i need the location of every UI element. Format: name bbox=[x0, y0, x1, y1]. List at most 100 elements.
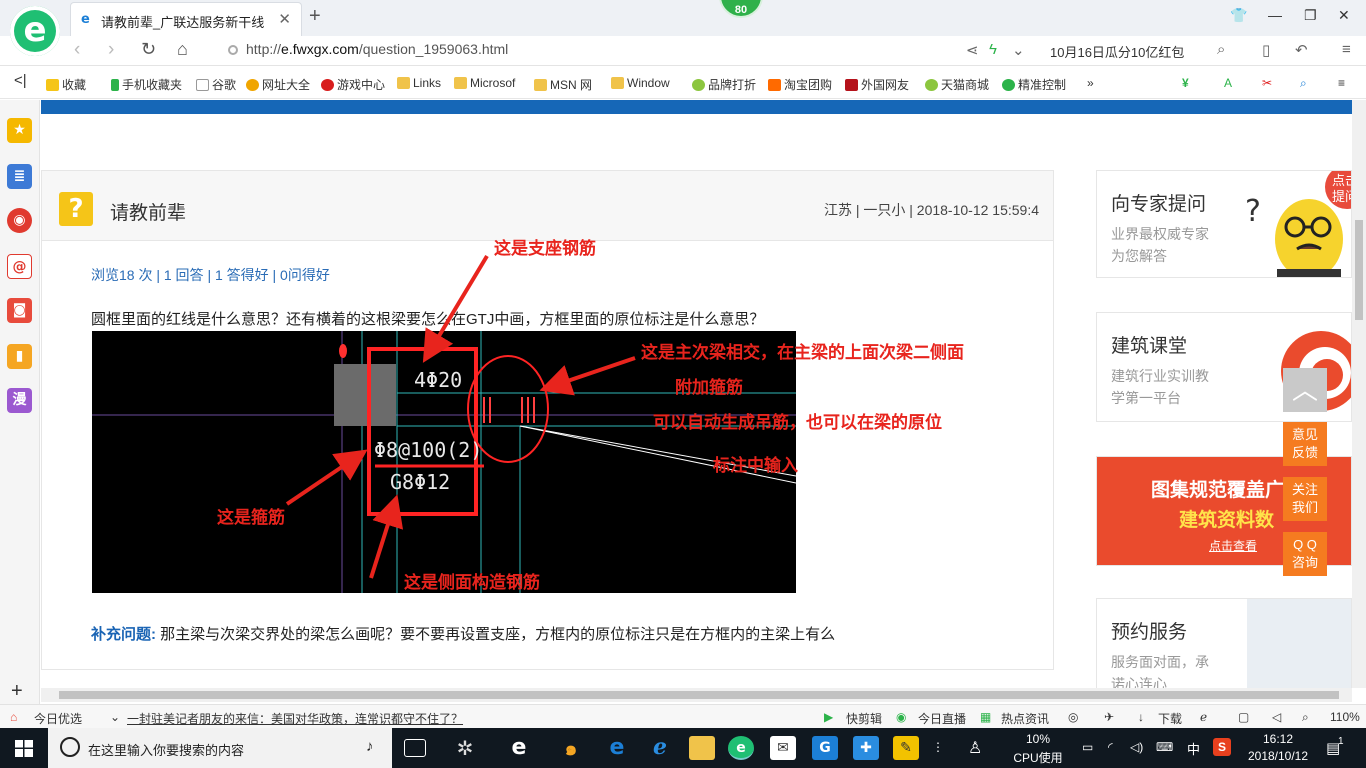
plus-app-icon[interactable]: ✚ bbox=[853, 736, 879, 760]
sogou-icon[interactable]: S bbox=[1213, 738, 1231, 756]
add-sidebar-icon[interactable]: + bbox=[11, 680, 23, 703]
zoom-icon[interactable]: ⌕ bbox=[1302, 710, 1309, 725]
bookmark-games[interactable]: 游戏中心 bbox=[321, 76, 385, 93]
wifi-icon[interactable]: ◜ bbox=[1108, 740, 1113, 754]
follow-us-button[interactable]: 关注 我们 bbox=[1283, 477, 1327, 521]
today-picks[interactable]: 今日优选 bbox=[34, 710, 82, 727]
bookmark-google[interactable]: 谷歌 bbox=[196, 76, 236, 93]
ask-expert-card[interactable]: 向专家提问 业界最权威专家为您解答 ? 点击 提问 bbox=[1096, 170, 1352, 278]
speed-icon[interactable]: ◎ bbox=[1068, 710, 1078, 724]
feedback-button[interactable]: 意见 反馈 bbox=[1283, 422, 1327, 466]
back-to-top-icon[interactable]: ︿ bbox=[1283, 368, 1327, 412]
minimize-icon[interactable]: — bbox=[1268, 7, 1282, 23]
more-bookmarks-icon[interactable]: » bbox=[1087, 76, 1094, 90]
chevron-down-icon[interactable]: ⌄ bbox=[110, 710, 120, 724]
comic-icon[interactable]: 漫 bbox=[7, 388, 32, 413]
news-list-icon[interactable]: ≣ bbox=[7, 164, 32, 189]
refresh-icon[interactable]: ↻ bbox=[141, 39, 156, 60]
cpu-label[interactable]: CPU使用 bbox=[1010, 749, 1066, 766]
horizontal-scrollbar[interactable] bbox=[41, 688, 1352, 702]
skin-icon[interactable]: 👕 bbox=[1230, 7, 1247, 24]
ie-icon[interactable]: ℯ bbox=[647, 736, 673, 760]
restore-icon[interactable]: ❐ bbox=[1304, 7, 1317, 24]
volume-icon[interactable]: ◁ bbox=[1272, 710, 1281, 724]
360-browser-icon[interactable]: e bbox=[728, 736, 754, 760]
dropdown-icon[interactable]: ⌄ bbox=[1012, 41, 1025, 59]
weibo-icon[interactable]: ◉ bbox=[7, 208, 32, 233]
task-view-icon[interactable] bbox=[404, 739, 426, 757]
hot-news[interactable]: 热点资讯 bbox=[1001, 710, 1049, 727]
email-icon[interactable]: @ bbox=[7, 254, 32, 279]
pin-icon[interactable]: ✈ bbox=[1104, 710, 1114, 724]
browser-tab[interactable]: e 请教前辈_广联达服务新干线 ✕ bbox=[70, 2, 302, 36]
quick-clip[interactable]: 快剪辑 bbox=[846, 710, 882, 727]
zoom-level[interactable]: 110% bbox=[1330, 710, 1360, 724]
horizontal-scroll-thumb[interactable] bbox=[59, 691, 1339, 699]
browser-logo-icon[interactable]: e bbox=[10, 6, 60, 56]
edge-icon[interactable]: e bbox=[604, 736, 630, 760]
back-icon[interactable]: ‹ bbox=[74, 39, 80, 61]
close-window-icon[interactable]: ✕ bbox=[1338, 7, 1350, 24]
new-tab-icon[interactable]: + bbox=[309, 5, 321, 28]
phone-icon[interactable]: ▯ bbox=[1262, 41, 1270, 59]
today-live[interactable]: 今日直播 bbox=[918, 710, 966, 727]
site-info-icon[interactable] bbox=[228, 45, 238, 55]
notes-app-icon[interactable]: ✎ bbox=[893, 736, 919, 760]
bookmark-msn[interactable]: MSN 网 bbox=[534, 76, 592, 93]
share-icon[interactable]: ⋖ bbox=[966, 41, 979, 59]
battery-icon[interactable]: ▭ bbox=[1082, 740, 1093, 754]
news-ticker[interactable]: 10月16日瓜分10亿红包 bbox=[1050, 42, 1184, 61]
clock-time[interactable]: 16:12 bbox=[1238, 732, 1318, 746]
volume-tray-icon[interactable]: ◁) bbox=[1130, 740, 1143, 754]
ie-mode-icon[interactable]: ℯ bbox=[1200, 710, 1207, 724]
banner-link[interactable]: 点击查看 bbox=[1209, 537, 1257, 554]
scissors-icon[interactable]: ✂ bbox=[1262, 76, 1272, 90]
bookmark-foreign[interactable]: 外国网友 bbox=[845, 76, 909, 93]
headline-link[interactable]: 一封驻美记者朋友的来信：美国对华政策，连常识都守不住了？ bbox=[127, 710, 463, 727]
edge-legacy-icon[interactable]: e bbox=[506, 736, 532, 760]
g-app-icon[interactable]: G bbox=[812, 736, 838, 760]
qq-consult-button[interactable]: Q Q 咨询 bbox=[1283, 532, 1327, 576]
mail-icon[interactable]: ✉ bbox=[770, 736, 796, 760]
windows-start-icon[interactable] bbox=[15, 740, 33, 757]
file-explorer-icon[interactable] bbox=[689, 736, 715, 760]
search-icon[interactable]: ⌕ bbox=[1217, 41, 1225, 58]
microphone-icon[interactable]: ♪ bbox=[366, 738, 374, 755]
bookmark-links[interactable]: Links bbox=[397, 76, 441, 90]
swirl-app-icon[interactable]: ๑ bbox=[558, 736, 584, 760]
bookmark-tmall[interactable]: 天猫商城 bbox=[925, 76, 989, 93]
vertical-scrollbar[interactable] bbox=[1352, 100, 1366, 688]
bookmark-favorites[interactable]: 收藏 bbox=[46, 76, 86, 93]
bookmark-microsoft[interactable]: Microsof bbox=[454, 76, 515, 90]
window-icon[interactable]: ▢ bbox=[1238, 710, 1249, 724]
tab-close-icon[interactable]: ✕ bbox=[278, 10, 291, 28]
favorites-star-icon[interactable]: ★ bbox=[7, 118, 32, 143]
translate-icon[interactable]: A bbox=[1224, 76, 1232, 90]
bookmark-taobao[interactable]: 淘宝团购 bbox=[768, 76, 832, 93]
sidebar-toggle-icon[interactable]: <| bbox=[14, 72, 27, 89]
game-controller-icon[interactable]: ◙ bbox=[7, 298, 32, 323]
bookmark-windows[interactable]: Window bbox=[611, 76, 670, 90]
appointment-card[interactable]: 预约服务 服务面对面，承 诺心连心 bbox=[1096, 598, 1352, 688]
taskbar-search[interactable]: 在这里输入你要搜索的内容 ♪ bbox=[48, 728, 392, 768]
bookmark-mobile[interactable]: 手机收藏夹 bbox=[111, 76, 182, 93]
fan-app-icon[interactable]: ✲ bbox=[452, 736, 478, 760]
download-button[interactable]: 下载 bbox=[1158, 710, 1182, 727]
magnifier-icon[interactable]: ⌕ bbox=[1300, 76, 1307, 91]
bookmark-hao[interactable]: 网址大全 bbox=[246, 76, 310, 93]
bookmark-precision[interactable]: 精准控制 bbox=[1002, 76, 1066, 93]
security-score-badge[interactable]: 80 bbox=[719, 0, 763, 18]
url-field[interactable]: http://e.fwxgx.com/question_1959063.html bbox=[246, 41, 508, 57]
toolbar-menu-icon[interactable]: ≡ bbox=[1338, 76, 1345, 90]
lightning-icon[interactable]: ϟ bbox=[989, 41, 997, 58]
keyboard-icon[interactable]: ⌨ bbox=[1156, 740, 1173, 754]
people-icon[interactable]: ♙ bbox=[968, 738, 982, 758]
ime-indicator[interactable]: 中 bbox=[1187, 739, 1200, 758]
forward-icon[interactable]: › bbox=[108, 39, 114, 61]
vertical-scroll-thumb[interactable] bbox=[1355, 220, 1363, 320]
home-icon[interactable]: ⌂ bbox=[177, 39, 188, 60]
bookmark-brand[interactable]: 品牌打折 bbox=[692, 76, 756, 93]
menu-icon[interactable]: ≡ bbox=[1342, 41, 1351, 58]
novel-book-icon[interactable]: ▮ bbox=[7, 344, 32, 369]
yen-icon[interactable]: ¥ bbox=[1182, 76, 1189, 90]
